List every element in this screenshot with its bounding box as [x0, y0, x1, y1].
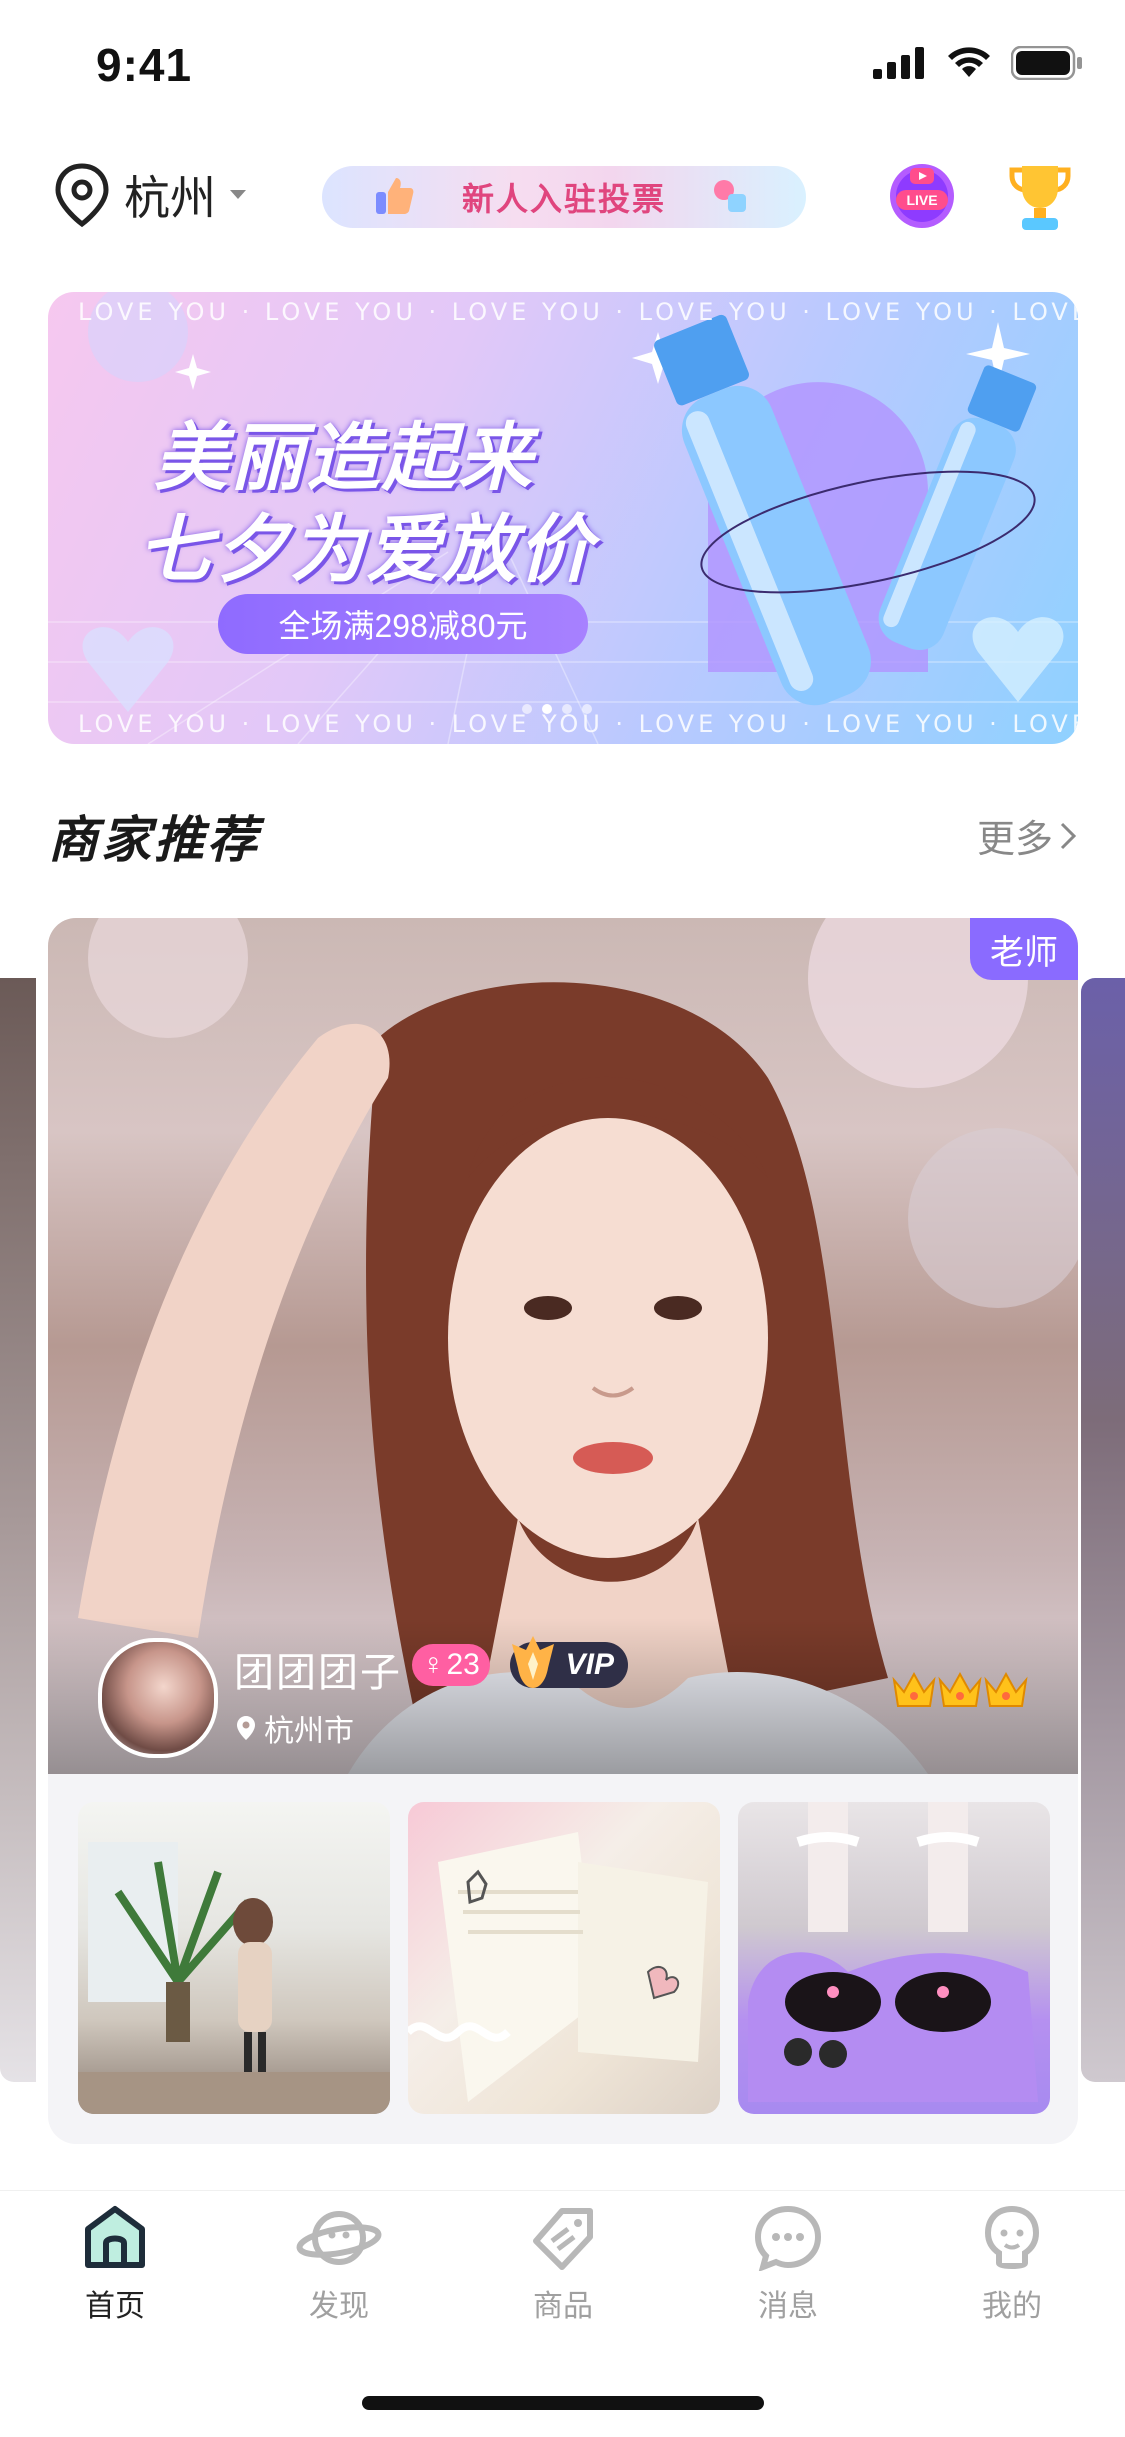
- thumbnail-illustration: [78, 1842, 390, 2114]
- new-merchant-vote-banner[interactable]: 新人入驻投票: [322, 166, 806, 228]
- chevron-right-icon: [1060, 822, 1077, 849]
- thumbnail-illustration: [408, 1832, 708, 2102]
- gender-age-badge: ♀ 23: [412, 1644, 490, 1686]
- merchant-thumbnails: [78, 1802, 1050, 2114]
- crown-icon: [892, 1671, 936, 1707]
- tab-discover[interactable]: 发现: [269, 2205, 409, 2325]
- live-text: LIVE: [906, 192, 937, 208]
- signal-icon: [873, 47, 924, 79]
- crown-icon: [984, 1671, 1028, 1707]
- carousel-dots: [522, 704, 592, 714]
- crown-rating: [892, 1670, 1028, 1710]
- carousel-dot[interactable]: [562, 704, 572, 714]
- hero-banner-carousel[interactable]: LOVE YOU · LOVE YOU · LOVE YOU · LOVE YO…: [48, 292, 1078, 744]
- tab-messages[interactable]: 消息: [718, 2205, 858, 2325]
- hero-frame-text-top: LOVE YOU · LOVE YOU · LOVE YOU · LOVE YO…: [78, 298, 1078, 326]
- more-label: 更多: [976, 819, 1053, 861]
- wifi-icon: [948, 47, 990, 77]
- battery-icon: [1011, 46, 1082, 80]
- city-selector[interactable]: 杭州: [52, 162, 248, 228]
- section-title: 商家推荐: [48, 812, 260, 868]
- hero-title: 美丽造起来 七夕为爱放价: [138, 412, 594, 596]
- thumbs-up-icon: [376, 178, 414, 214]
- status-time: 9:41: [96, 39, 193, 91]
- ballot-icon: [714, 180, 746, 212]
- message-icon: [754, 2205, 822, 2271]
- carousel-dot[interactable]: [522, 704, 532, 714]
- thumbnail-image[interactable]: [78, 1802, 390, 2114]
- tab-goods[interactable]: 商品: [493, 2205, 633, 2325]
- hero-title-line2: 七夕为爱放价: [138, 508, 594, 591]
- age-value: 23: [446, 1648, 480, 1681]
- live-button[interactable]: LIVE: [884, 160, 960, 230]
- previous-merchant-card[interactable]: [0, 978, 36, 2082]
- hero-title-line1: 美丽造起来: [154, 416, 534, 499]
- merchant-avatar[interactable]: [98, 1638, 218, 1758]
- tab-label: 首页: [85, 2290, 145, 2323]
- ranking-trophy-button[interactable]: [1002, 160, 1078, 236]
- carousel-dot[interactable]: [582, 704, 592, 714]
- next-merchant-card[interactable]: [1081, 978, 1125, 2082]
- merchant-location-text: 杭州市: [264, 1715, 354, 1748]
- goods-tag-icon: [533, 2208, 593, 2270]
- home-icon: [85, 2206, 145, 2268]
- tab-label: 我的: [982, 2290, 1042, 2323]
- tab-profile[interactable]: 我的: [942, 2205, 1082, 2325]
- city-name: 杭州: [124, 172, 216, 224]
- tab-home[interactable]: 首页: [45, 2205, 185, 2325]
- tab-label: 商品: [533, 2290, 593, 2323]
- location-pin-icon: [237, 1716, 255, 1740]
- status-icons: [873, 46, 1083, 80]
- home-indicator: [362, 2396, 764, 2410]
- tab-label: 消息: [758, 2290, 818, 2323]
- thumbnail-image[interactable]: [738, 1802, 1050, 2114]
- live-icon: LIVE: [890, 164, 954, 228]
- merchant-cover-photo[interactable]: 老师 团团团子 ♀ 23 VIP 杭州市: [48, 918, 1078, 1774]
- crown-icon: [938, 1671, 982, 1707]
- merchant-card[interactable]: 老师 团团团子 ♀ 23 VIP 杭州市: [48, 918, 1078, 2144]
- carousel-dot-active[interactable]: [542, 704, 552, 714]
- profile-icon: [984, 2205, 1040, 2269]
- merchant-type-tag: 老师: [970, 918, 1078, 980]
- hero-discount-pill: 全场满298减80元: [218, 594, 588, 654]
- more-link[interactable]: 更多: [977, 808, 1077, 863]
- merchant-name: 团团团子: [234, 1651, 402, 1695]
- merchant-location: 杭州市: [236, 1706, 354, 1750]
- tab-label: 发现: [309, 2290, 369, 2323]
- hero-frame-text-bottom: LOVE YOU · LOVE YOU · LOVE YOU · LOVE YO…: [78, 710, 1078, 738]
- vip-flame-icon: [512, 1636, 554, 1688]
- thumbnail-image[interactable]: [408, 1802, 720, 2114]
- female-icon: ♀: [422, 1648, 445, 1681]
- promo-banner-text: 新人入驻投票: [461, 181, 666, 217]
- trophy-icon: [1009, 166, 1071, 230]
- discover-icon: [296, 2211, 382, 2265]
- location-pin-icon: [55, 163, 109, 228]
- thumbnail-illustration: [748, 1802, 1038, 2102]
- chevron-down-icon: [230, 190, 246, 199]
